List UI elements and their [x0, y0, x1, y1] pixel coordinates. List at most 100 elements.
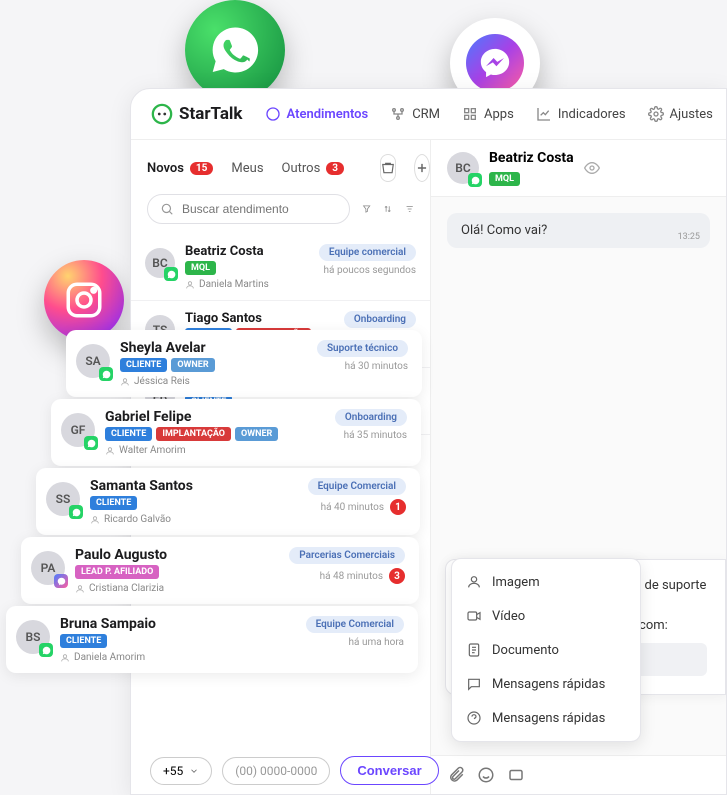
attachment-menu: Imagem Vídeo Documento Mensagens rápidas	[451, 558, 641, 742]
category-pill: Suporte técnico	[317, 340, 408, 357]
tag: MQL	[185, 261, 216, 275]
time-text: há 48 minutos	[320, 571, 383, 582]
avatar: PA	[31, 551, 65, 585]
attach-quick-messages-1[interactable]: Mensagens rápidas	[452, 667, 640, 701]
topbar: StarTalk Atendimentos CRM Apps Indicador…	[131, 89, 726, 140]
message-bubble: Olá! Como vai? 13:25	[447, 213, 710, 248]
chat-header: BC Beatriz Costa MQL	[431, 140, 726, 197]
message-time: 13:25	[678, 232, 700, 242]
filter-icon[interactable]	[362, 200, 371, 218]
time-text: há 30 minutos	[345, 361, 408, 372]
time-text: há 40 minutos	[321, 502, 384, 513]
contact-name: Beatriz Costa	[489, 150, 574, 166]
floating-conversation-stack: SA Sheyla Avelar CLIENTE OWNER Jéssica R…	[36, 330, 402, 675]
whatsapp-badge-icon	[39, 643, 53, 657]
archive-button[interactable]	[380, 154, 396, 182]
whatsapp-badge-icon	[99, 367, 113, 381]
avatar: GF	[61, 413, 95, 447]
tab-outros[interactable]: Outros 3	[282, 161, 345, 176]
contact-name: Gabriel Felipe	[105, 409, 325, 425]
whatsapp-badge-icon	[164, 267, 178, 281]
attach-video[interactable]: Vídeo	[452, 599, 640, 633]
call-bar: +55 (00) 0000-0000 Conversar	[150, 756, 439, 785]
brand-name: StarTalk	[179, 104, 243, 124]
chevron-down-icon	[189, 766, 199, 776]
template-icon[interactable]	[507, 766, 525, 784]
agent-name: Jéssica Reis	[120, 376, 307, 387]
tag: CLIENTE	[90, 496, 137, 510]
tabs-row: Novos 15 Meus Outros 3	[131, 140, 430, 194]
contact-avatar: BC	[447, 152, 479, 184]
conversation-card[interactable]: BS Bruna Sampaio CLIENTE Daniela Amorim …	[6, 606, 418, 673]
nav-ajustes[interactable]: Ajustes	[648, 106, 713, 122]
conversation-card[interactable]: SA Sheyla Avelar CLIENTE OWNER Jéssica R…	[66, 330, 422, 397]
unread-count-badge: 3	[389, 568, 405, 584]
attach-document[interactable]: Documento	[452, 633, 640, 667]
logo: StarTalk	[151, 103, 243, 125]
nav-indicadores[interactable]: Indicadores	[536, 106, 626, 122]
category-pill: Onboarding	[335, 409, 407, 426]
category-pill: Equipe Comercial	[306, 616, 404, 633]
tab-meus[interactable]: Meus	[231, 161, 263, 176]
add-button[interactable]	[414, 154, 430, 182]
avatar: BC	[145, 248, 175, 278]
nav-apps[interactable]: Apps	[462, 106, 514, 122]
phone-input[interactable]: (00) 0000-0000	[222, 757, 330, 785]
whatsapp-badge-icon	[84, 436, 98, 450]
tag: OWNER	[235, 427, 278, 441]
novos-count-badge: 15	[190, 162, 213, 175]
search-icon	[160, 202, 174, 216]
visibility-icon[interactable]	[584, 160, 600, 176]
nav-atendimentos[interactable]: Atendimentos	[265, 106, 369, 122]
unread-count-badge: 1	[390, 499, 406, 515]
agent-name: Cristiana Clarizia	[75, 583, 279, 594]
tag: OWNER	[171, 358, 214, 372]
contact-name: Paulo Augusto	[75, 547, 279, 563]
conversation-card[interactable]: PA Paulo Augusto LEAD P. AFILIADO Cristi…	[21, 537, 419, 604]
chat-panel: BC Beatriz Costa MQL Olá! Como vai? 13:2…	[431, 140, 726, 794]
attach-quick-messages-2[interactable]: Mensagens rápidas	[452, 701, 640, 735]
avatar: SA	[76, 344, 110, 378]
contact-name: Tiago Santos	[185, 311, 334, 326]
nav-crm[interactable]: CRM	[390, 106, 440, 122]
agent-name: Walter Amorim	[105, 445, 325, 456]
tag: IMPLANTAÇÃO	[156, 427, 231, 441]
chat-input-row: Imagem Vídeo Documento Mensagens rápidas	[431, 755, 726, 794]
search-input[interactable]	[147, 194, 350, 224]
contact-name: Sheyla Avelar	[120, 340, 307, 356]
conversar-button[interactable]: Conversar	[340, 756, 438, 785]
contact-tag: MQL	[489, 172, 520, 186]
emoji-icon[interactable]	[477, 766, 495, 784]
messenger-badge-icon	[54, 574, 68, 588]
sort-icon[interactable]	[383, 200, 392, 218]
tab-novos[interactable]: Novos 15	[147, 161, 213, 176]
agent-name: Ricardo Galvão	[90, 514, 298, 525]
category-pill: Equipe comercial	[319, 244, 416, 261]
country-select[interactable]: +55	[150, 757, 212, 785]
whatsapp-badge-icon	[468, 173, 482, 187]
list-item[interactable]: BC Beatriz Costa MQL Daniela Martins Equ…	[131, 234, 430, 301]
time-text: há uma hora	[349, 637, 404, 648]
instagram-3d-icon	[44, 260, 124, 340]
avatar: BS	[16, 620, 50, 654]
conversation-card[interactable]: GF Gabriel Felipe CLIENTE IMPLANTAÇÃO OW…	[51, 399, 421, 466]
category-pill: Parcerias Comerciais	[289, 547, 405, 564]
agent-name: Daniela Amorim	[60, 652, 296, 663]
whatsapp-badge-icon	[69, 505, 83, 519]
attachment-icon[interactable]	[447, 766, 465, 784]
contact-name: Beatriz Costa	[185, 244, 309, 259]
contact-name: Bruna Sampaio	[60, 616, 296, 632]
tag: CLIENTE	[60, 634, 107, 648]
tag: CLIENTE	[105, 427, 152, 441]
outros-count-badge: 3	[326, 162, 344, 175]
time-text: há poucos segundos	[324, 265, 416, 276]
time-text: há 35 minutos	[344, 430, 407, 441]
search-row	[131, 194, 430, 234]
whatsapp-3d-icon	[185, 0, 285, 100]
attach-image[interactable]: Imagem	[452, 565, 640, 599]
contact-name: Samanta Santos	[90, 478, 298, 494]
filter-lines-icon[interactable]	[405, 200, 414, 218]
category-pill: Equipe Comercial	[308, 478, 406, 495]
agent-name: Daniela Martins	[185, 279, 309, 290]
conversation-card[interactable]: SS Samanta Santos CLIENTE Ricardo Galvão…	[36, 468, 420, 535]
